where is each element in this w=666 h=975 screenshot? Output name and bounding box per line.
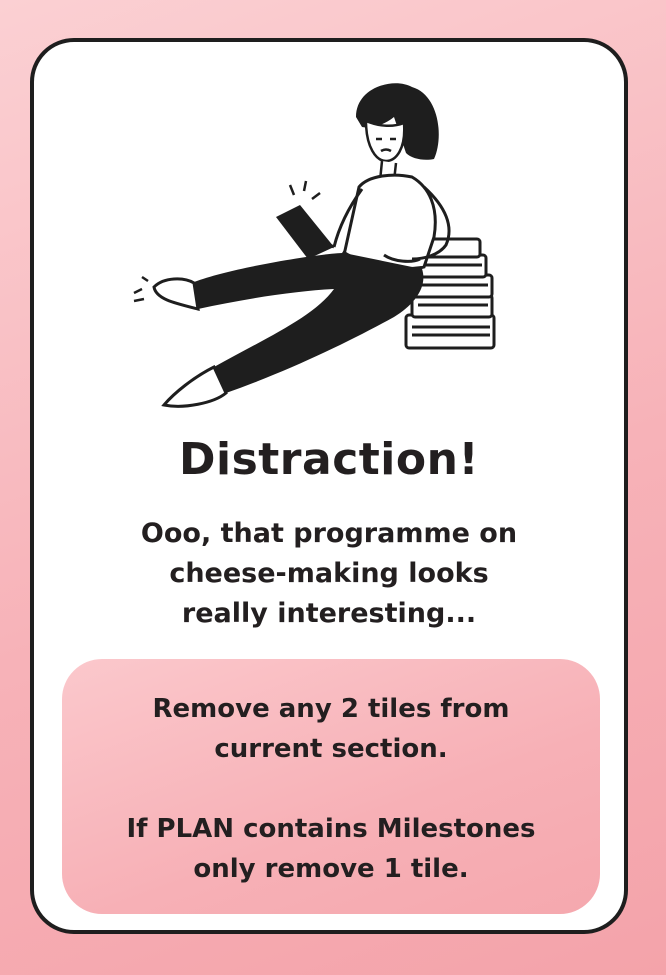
woman-reading-phone-illustration xyxy=(133,83,496,408)
event-card: Distraction! Ooo, that programme on chee… xyxy=(30,38,628,934)
rule-box: Remove any 2 tiles from current section.… xyxy=(62,659,600,914)
flavor-line: Ooo, that programme on xyxy=(140,518,518,549)
flavor-text: Ooo, that programme on cheese-making loo… xyxy=(74,514,584,634)
flavor-line: really interesting... xyxy=(181,598,477,629)
rule-spacer xyxy=(62,769,600,809)
rule-line: current section. xyxy=(214,734,448,764)
flavor-line: cheese-making looks xyxy=(169,558,489,589)
card-title: Distraction! xyxy=(178,434,480,485)
condition-line: only remove 1 tile. xyxy=(193,854,469,884)
condition-line: If PLAN contains Milestones xyxy=(126,814,536,844)
rule-line: Remove any 2 tiles from xyxy=(152,694,510,724)
